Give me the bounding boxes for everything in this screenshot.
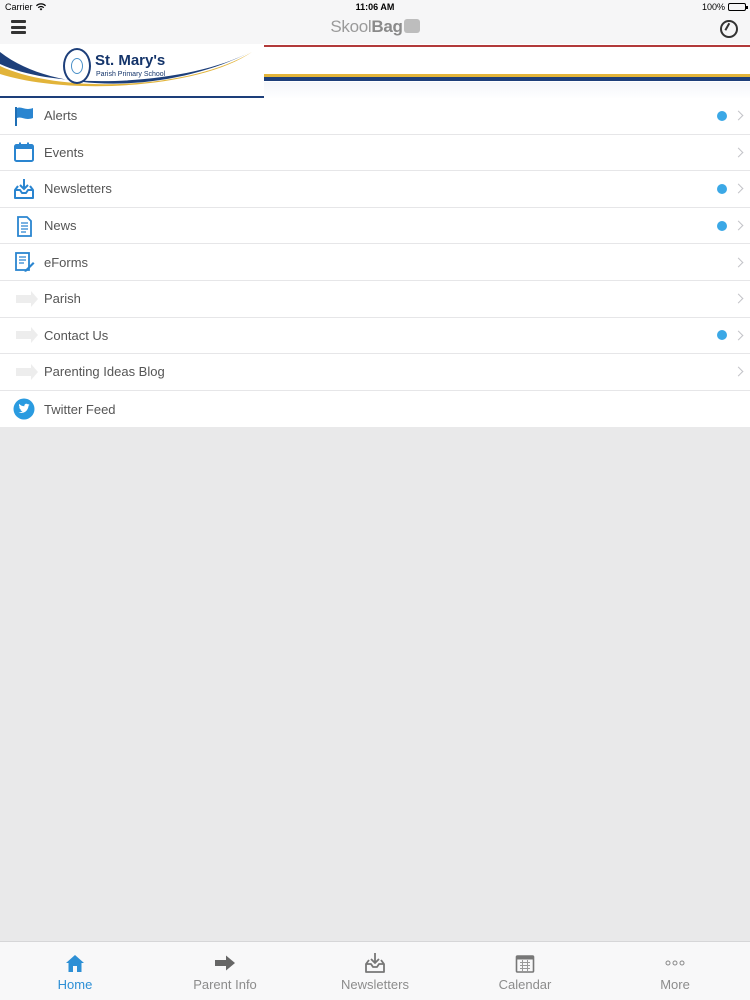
school-crest-icon [63, 48, 91, 84]
school-name: St. Mary's [95, 52, 166, 69]
arrow-right-icon [13, 288, 38, 310]
calendar-icon [514, 953, 536, 973]
menu-item-label: Parish [44, 291, 81, 307]
nav-bar: SkoolBag [0, 14, 750, 44]
status-bar: Carrier 11:06 AM 100% [0, 0, 750, 14]
brand-light: Skool [330, 17, 372, 36]
unread-badge [717, 330, 727, 341]
battery-percent: 100% [701, 2, 725, 12]
bottom-tab-bar: Home Parent Info Newsletters Calendar Mo… [0, 941, 750, 1000]
chevron-right-icon [733, 184, 744, 194]
tab-calendar[interactable]: Calendar [450, 942, 600, 1000]
arrow-right-icon [13, 324, 38, 346]
menu-item-contact-us[interactable]: Contact Us [0, 317, 750, 355]
inbox-download-icon [364, 953, 386, 973]
menu-item-label: Twitter Feed [44, 401, 116, 417]
school-subtitle: Parish Primary School [96, 71, 166, 78]
tab-label: Calendar [498, 977, 552, 992]
inbox-download-icon [13, 178, 35, 200]
tab-label: More [660, 977, 690, 992]
menu-item-twitter-feed[interactable]: Twitter Feed [0, 390, 750, 428]
main-menu-list: Alerts Events Newsletters News eForms Pa… [0, 98, 750, 428]
unread-badge [717, 110, 727, 121]
battery-status: 100% [701, 2, 748, 12]
tab-home[interactable]: Home [0, 942, 150, 1000]
menu-item-news[interactable]: News [0, 207, 750, 245]
menu-item-label: eForms [44, 254, 89, 270]
unread-badge [717, 183, 727, 194]
banner-stripes [264, 44, 750, 100]
menu-item-label: Parenting Ideas Blog [44, 364, 165, 380]
school-logo: St. Mary's Parish Primary School [0, 44, 264, 98]
chevron-right-icon [733, 330, 744, 341]
calendar-icon [13, 141, 35, 163]
flag-icon [13, 105, 35, 127]
chevron-right-icon [733, 220, 744, 231]
menu-item-eforms[interactable]: eForms [0, 244, 750, 281]
chevron-right-icon [733, 257, 744, 268]
menu-item-label: Events [44, 144, 84, 160]
menu-item-newsletters[interactable]: Newsletters [0, 171, 750, 208]
menu-item-label: Contact Us [44, 327, 109, 343]
school-banner: St. Mary's Parish Primary School [0, 44, 750, 100]
sync-icon[interactable] [720, 20, 738, 38]
tab-newsletters[interactable]: Newsletters [300, 942, 450, 1000]
skoolbag-logo-icon [403, 19, 420, 33]
chevron-right-icon [733, 293, 744, 304]
menu-item-label: News [44, 218, 77, 234]
chevron-right-icon [733, 367, 744, 377]
menu-item-alerts[interactable]: Alerts [0, 98, 750, 135]
arrow-right-icon [13, 361, 38, 383]
brand-bold: Bag [371, 17, 403, 36]
menu-item-label: Newsletters [44, 181, 112, 197]
arrow-right-icon [214, 953, 236, 973]
form-edit-icon [13, 251, 35, 273]
menu-item-events[interactable]: Events [0, 134, 750, 172]
home-icon [64, 953, 86, 973]
clock: 11:06 AM [355, 2, 395, 12]
tab-parent-info[interactable]: Parent Info [150, 942, 300, 1000]
menu-item-parenting-ideas-blog[interactable]: Parenting Ideas Blog [0, 354, 750, 391]
chevron-right-icon [733, 110, 744, 121]
more-dots-icon [664, 953, 686, 973]
tab-label: Parent Info [193, 977, 257, 992]
app-brand: SkoolBag [0, 17, 750, 37]
menu-item-label: Alerts [44, 108, 78, 124]
tab-label: Home [57, 977, 93, 992]
tab-more[interactable]: More [600, 942, 750, 1000]
document-icon [13, 215, 35, 237]
unread-badge [717, 220, 727, 231]
twitter-icon [13, 398, 35, 420]
chevron-right-icon [733, 147, 744, 158]
menu-item-parish[interactable]: Parish [0, 280, 750, 318]
battery-icon [728, 3, 748, 11]
tab-label: Newsletters [341, 977, 409, 992]
